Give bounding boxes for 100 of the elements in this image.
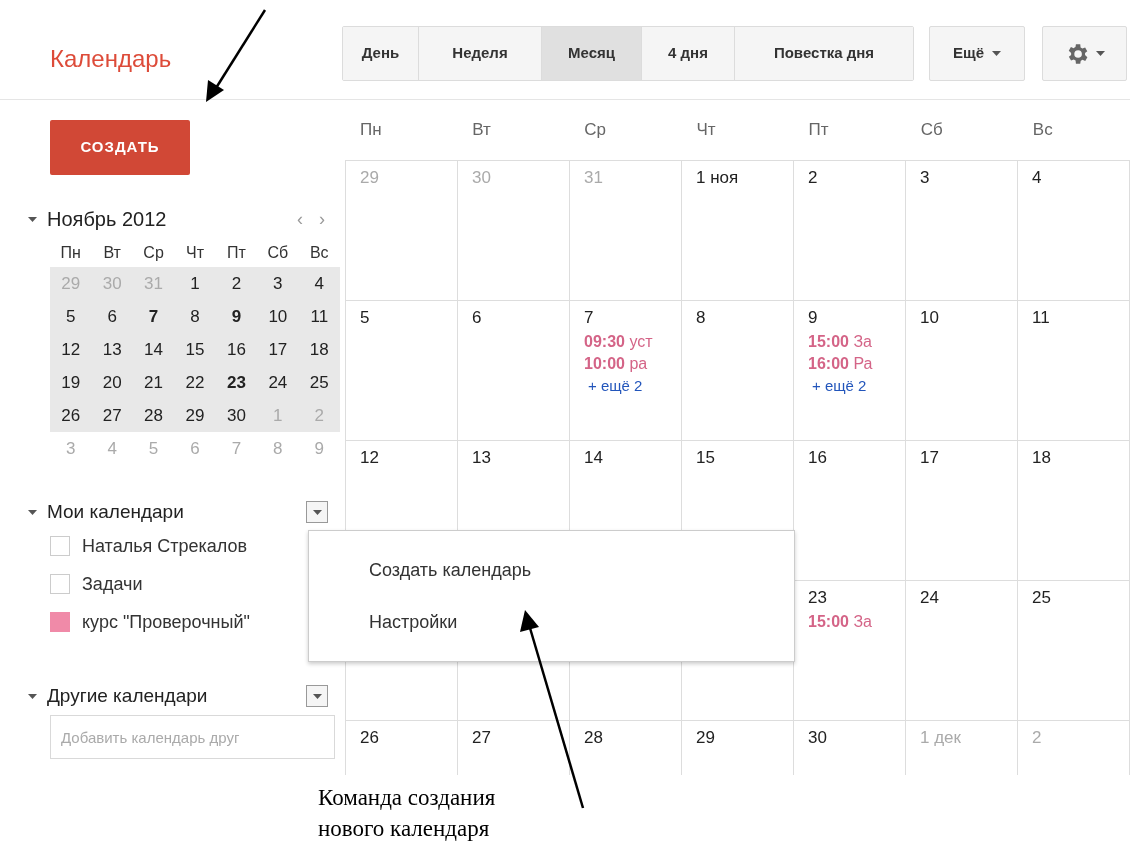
mini-calendar-day[interactable]: 22 bbox=[174, 369, 216, 396]
settings-button[interactable] bbox=[1042, 26, 1127, 81]
day-number[interactable]: 25 bbox=[1032, 585, 1051, 611]
mini-calendar-day[interactable]: 26 bbox=[50, 402, 92, 429]
mini-calendar-day[interactable]: 17 bbox=[257, 336, 299, 363]
day-number[interactable]: 24 bbox=[920, 585, 939, 611]
day-number[interactable]: 28 bbox=[584, 725, 603, 751]
more-button[interactable]: Ещё bbox=[929, 26, 1025, 81]
day-number[interactable]: 18 bbox=[1032, 445, 1051, 471]
mini-calendar-day[interactable]: 29 bbox=[174, 402, 216, 429]
mini-calendar-day[interactable]: 21 bbox=[132, 369, 175, 396]
day-number[interactable]: 2 bbox=[808, 165, 818, 191]
menu-item[interactable]: Создать календарь bbox=[309, 544, 794, 596]
mini-calendar-day[interactable]: 18 bbox=[298, 336, 340, 363]
mini-calendar-day[interactable]: 6 bbox=[91, 303, 133, 330]
day-number[interactable]: 16 bbox=[808, 445, 827, 471]
view-tab[interactable]: Повестка дня bbox=[734, 27, 913, 80]
create-button[interactable]: СОЗДАТЬ bbox=[50, 120, 190, 175]
collapse-caret-icon[interactable] bbox=[28, 216, 37, 222]
more-events-link[interactable]: + ещё 2 bbox=[812, 374, 867, 397]
mini-calendar-day[interactable]: 28 bbox=[132, 402, 175, 429]
weekday-label: Сб bbox=[266, 243, 290, 263]
day-number[interactable]: 23 bbox=[808, 585, 827, 611]
mini-calendar-day[interactable]: 12 bbox=[50, 336, 92, 363]
day-number[interactable]: 9 bbox=[808, 305, 818, 331]
event-entry[interactable]: 09:30 уст bbox=[584, 330, 653, 353]
caret-icon bbox=[312, 693, 322, 699]
mini-calendar-day[interactable]: 2 bbox=[215, 270, 258, 297]
weekday-header: Ср bbox=[583, 119, 607, 142]
calendar-color-checkbox[interactable] bbox=[50, 612, 70, 632]
view-tab[interactable]: Неделя bbox=[418, 27, 541, 80]
day-number[interactable]: 5 bbox=[360, 305, 370, 331]
dropdown-button[interactable] bbox=[306, 501, 328, 523]
menu-item[interactable]: Настройки bbox=[309, 596, 794, 648]
day-number[interactable]: 27 bbox=[472, 725, 491, 751]
dropdown-button[interactable] bbox=[306, 685, 328, 707]
collapse-caret-icon[interactable] bbox=[28, 509, 37, 515]
collapse-caret-icon[interactable] bbox=[28, 693, 37, 699]
calendar-name[interactable]: Задачи bbox=[82, 570, 143, 598]
event-entry[interactable]: 15:00 За bbox=[808, 330, 872, 353]
weekday-label: Ср bbox=[142, 243, 165, 263]
mini-calendar-day[interactable]: 25 bbox=[298, 369, 340, 396]
section-title: Мои календари bbox=[47, 499, 185, 524]
section-title: Другие календари bbox=[47, 683, 209, 708]
calendar-color-checkbox[interactable] bbox=[50, 536, 70, 556]
more-events-link[interactable]: + ещё 2 bbox=[588, 374, 643, 397]
view-tab[interactable]: 4 дня bbox=[641, 27, 734, 80]
day-number[interactable]: 7 bbox=[584, 305, 594, 331]
weekday-header: Пн bbox=[359, 119, 383, 142]
mini-calendar-day[interactable]: 24 bbox=[257, 369, 299, 396]
day-number[interactable]: 26 bbox=[360, 725, 379, 751]
mini-calendar-day[interactable]: 8 bbox=[174, 303, 216, 330]
weekday-label: Пт bbox=[226, 243, 247, 263]
day-number[interactable]: 13 bbox=[472, 445, 491, 471]
day-number[interactable]: 11 bbox=[1032, 305, 1050, 331]
calendar-color-checkbox[interactable] bbox=[50, 574, 70, 594]
mini-calendar-day[interactable]: 7 bbox=[132, 303, 175, 330]
add-calendar-field[interactable]: Добавить календарь друг bbox=[50, 715, 335, 759]
day-number[interactable]: 4 bbox=[1032, 165, 1042, 191]
mini-calendar-day[interactable]: 13 bbox=[91, 336, 133, 363]
mini-calendar-day[interactable]: 9 bbox=[215, 303, 258, 330]
mini-calendar-day[interactable]: 14 bbox=[132, 336, 175, 363]
day-number[interactable]: 1 ноя bbox=[696, 165, 739, 191]
mini-calendar-day[interactable]: 23 bbox=[215, 369, 258, 396]
mini-calendar-title: Ноябрь 2012 bbox=[47, 207, 168, 232]
weekday-header: Вт bbox=[471, 119, 492, 142]
mini-calendar-day[interactable]: 10 bbox=[257, 303, 299, 330]
mini-calendar-day[interactable]: 3 bbox=[257, 270, 299, 297]
caret-icon bbox=[1096, 51, 1105, 56]
mini-calendar-day[interactable]: 15 bbox=[174, 336, 216, 363]
day-number[interactable]: 8 bbox=[696, 305, 706, 331]
event-entry[interactable]: 15:00 За bbox=[808, 610, 872, 633]
weekday-label: Чт bbox=[185, 243, 205, 263]
day-number[interactable]: 12 bbox=[360, 445, 379, 471]
event-entry[interactable]: 10:00 ра bbox=[584, 352, 648, 375]
weekday-header: Пт bbox=[807, 119, 830, 142]
calendar-name[interactable]: Наталья Стрекалов bbox=[82, 532, 248, 560]
mini-calendar-day[interactable]: 1 bbox=[174, 270, 216, 297]
day-number[interactable]: 17 bbox=[920, 445, 939, 471]
mini-calendar-day[interactable]: 27 bbox=[91, 402, 133, 429]
day-number[interactable]: 15 bbox=[696, 445, 715, 471]
day-number[interactable]: 10 bbox=[920, 305, 939, 331]
day-number[interactable]: 30 bbox=[808, 725, 827, 751]
day-number[interactable]: 6 bbox=[472, 305, 482, 331]
day-number[interactable]: 29 bbox=[696, 725, 715, 751]
mini-calendar-day[interactable]: 19 bbox=[50, 369, 92, 396]
weekday-label: Пн bbox=[59, 243, 82, 263]
calendar-name[interactable]: курс "Проверочный" bbox=[82, 608, 250, 636]
annotation-caption: Команда создания bbox=[318, 784, 496, 812]
mini-calendar-day[interactable]: 11 bbox=[298, 303, 340, 330]
day-number[interactable]: 3 bbox=[920, 165, 930, 191]
mini-calendar-day[interactable]: 30 bbox=[215, 402, 258, 429]
mini-calendar-day[interactable]: 16 bbox=[215, 336, 258, 363]
mini-calendar-day[interactable]: 20 bbox=[91, 369, 133, 396]
day-number[interactable]: 14 bbox=[584, 445, 603, 471]
view-tab[interactable]: День bbox=[343, 27, 418, 80]
event-entry[interactable]: 16:00 Ра bbox=[808, 352, 873, 375]
view-tab[interactable]: Месяц bbox=[541, 27, 641, 80]
mini-calendar-day[interactable]: 5 bbox=[50, 303, 92, 330]
mini-calendar-day[interactable]: 4 bbox=[298, 270, 340, 297]
